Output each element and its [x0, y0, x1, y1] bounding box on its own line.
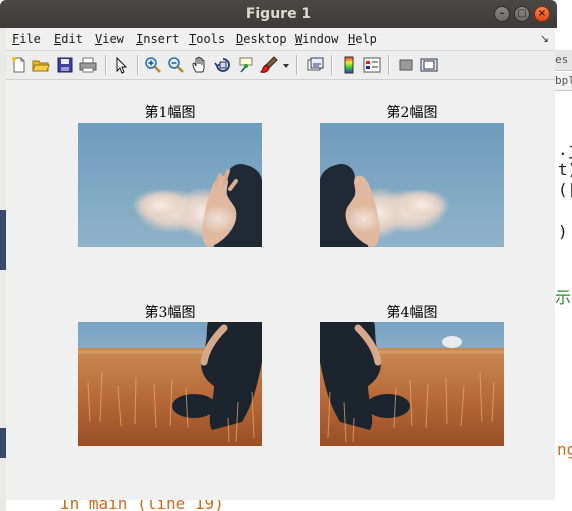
menu-tools[interactable]: Tools	[189, 32, 225, 46]
subplot-title-4: 第4幅图	[386, 305, 438, 321]
menu-file[interactable]: File	[12, 32, 41, 46]
subplot-image-4[interactable]	[320, 322, 504, 446]
editor-code-fragment: t)	[558, 160, 572, 179]
editor-code-fragment: )	[558, 222, 568, 241]
brush-icon[interactable]	[260, 56, 278, 74]
data-cursor-icon[interactable]	[237, 56, 255, 74]
zoom-in-icon[interactable]	[144, 56, 162, 74]
maximize-icon: □	[517, 8, 527, 19]
menu-desktop[interactable]: Desktop	[236, 32, 287, 46]
close-button[interactable]: ×	[534, 6, 550, 22]
menu-help[interactable]: Help	[348, 32, 377, 46]
link-plot-icon[interactable]	[306, 56, 324, 74]
figure-toolbar	[6, 51, 555, 80]
subplot-title-2: 第2幅图	[386, 105, 438, 121]
print-icon[interactable]	[79, 56, 97, 74]
menu-insert[interactable]: Insert	[136, 32, 179, 46]
edit-plot-arrow-icon[interactable]	[112, 56, 130, 74]
close-icon: ×	[537, 8, 547, 19]
brush-dropdown-icon[interactable]	[281, 56, 291, 74]
editor-error-text: In main (line 19)	[60, 500, 224, 511]
subplot-title-3: 第3幅图	[144, 305, 196, 321]
editor-comment-fragment: 示	[555, 288, 572, 307]
save-icon[interactable]	[56, 56, 74, 74]
editor-code-fragment: .j	[558, 140, 572, 159]
editor-code-fragment: ([	[558, 180, 572, 199]
window-title: Figure 1	[245, 6, 312, 22]
editor-string-fragment: ng	[557, 440, 572, 459]
pan-hand-icon[interactable]	[191, 56, 209, 74]
menu-edit[interactable]: Edit	[54, 32, 83, 46]
editor-bottom-line: In main (line 19)	[6, 500, 555, 511]
editor-right-edge: es bpl	[555, 28, 572, 511]
undock-icon[interactable]: ↘	[540, 32, 549, 45]
minimize-button[interactable]: –	[494, 6, 510, 22]
zoom-out-icon[interactable]	[167, 56, 185, 74]
hide-plot-tools-icon[interactable]	[397, 56, 415, 74]
subplot-image-1[interactable]	[78, 123, 262, 247]
menu-bar: File Edit View Insert Tools Desktop Wind…	[6, 28, 555, 51]
subplot-title-1: 第1幅图	[144, 105, 196, 121]
show-plot-tools-icon[interactable]	[420, 56, 438, 74]
open-folder-icon[interactable]	[32, 56, 50, 74]
editor-tab[interactable]: es	[555, 50, 572, 71]
menu-view[interactable]: View	[95, 32, 124, 46]
maximize-button[interactable]: □	[514, 6, 530, 22]
subplot-image-2[interactable]	[320, 123, 504, 247]
new-figure-icon[interactable]	[10, 56, 28, 74]
legend-icon[interactable]	[363, 56, 381, 74]
colorbar-icon[interactable]	[340, 56, 358, 74]
subplot-image-3[interactable]	[78, 322, 262, 446]
window-titlebar[interactable]: Figure 1 – □ ×	[0, 0, 557, 28]
figure-canvas[interactable]: 第1幅图 第2幅图 第3幅图 第4幅图	[6, 80, 555, 500]
rotate-3d-icon[interactable]	[214, 56, 232, 74]
menu-window[interactable]: Window	[295, 32, 338, 46]
minimize-icon: –	[499, 8, 505, 19]
editor-tab[interactable]: bpl	[555, 72, 572, 91]
